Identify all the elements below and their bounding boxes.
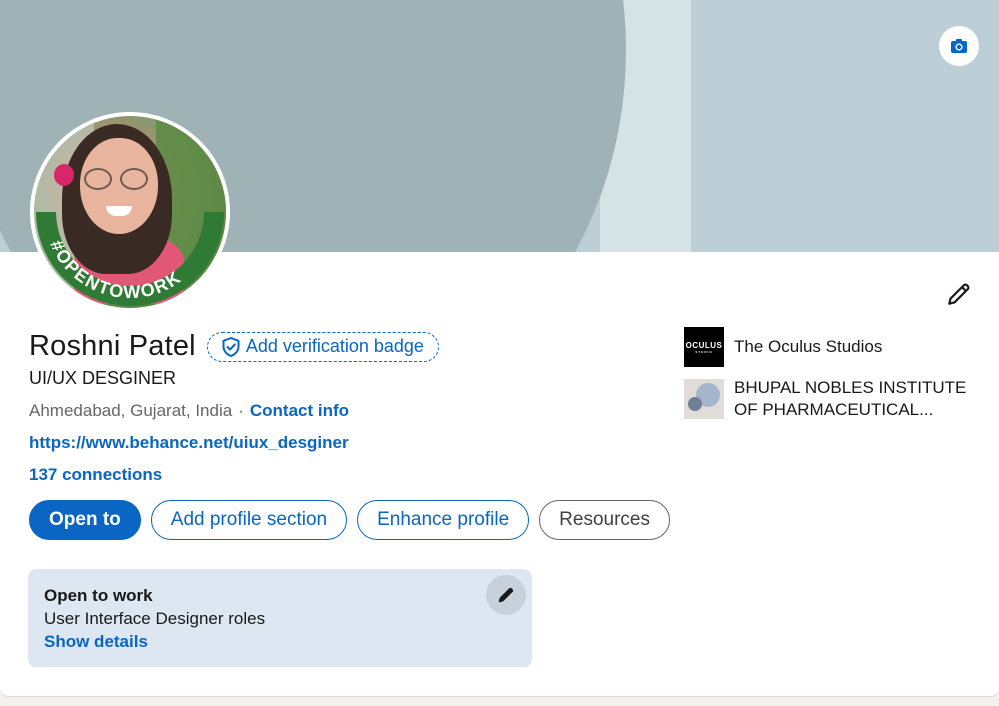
avatar: #OPENTOWORK <box>34 116 226 308</box>
profile-name: Roshni Patel <box>29 330 196 362</box>
profile-photo[interactable]: #OPENTOWORK <box>30 112 230 312</box>
education-item[interactable]: BHUPAL NOBLES INSTITUTE OF PHARMACEUTICA… <box>684 377 974 421</box>
profile-headline: UI/UX DESGINER <box>29 368 177 388</box>
shield-check-icon <box>222 336 240 357</box>
open-to-work-text: #OPENTOWORK <box>46 237 183 302</box>
location-row: Ahmedabad, Gujarat, India · Contact info <box>29 401 349 421</box>
open-to-work-title: Open to work <box>44 586 153 605</box>
name-row: Roshni Patel Add verification badge <box>29 330 439 363</box>
show-details-link[interactable]: Show details <box>44 632 148 652</box>
enhance-profile-button[interactable]: Enhance profile <box>357 500 530 540</box>
company-name: The Oculus Studios <box>734 337 883 356</box>
verification-badge-label: Add verification badge <box>245 336 424 356</box>
resources-button[interactable]: Resources <box>539 500 670 540</box>
school-logo <box>684 379 724 419</box>
svg-text:#OPENTOWORK: #OPENTOWORK <box>46 237 185 302</box>
add-verification-badge-button[interactable]: Add verification badge <box>206 331 439 362</box>
school-name: BHUPAL NOBLES INSTITUTE OF PHARMACEUTICA… <box>734 378 967 419</box>
open-to-work-frame: #OPENTOWORK <box>36 212 224 306</box>
edit-open-to-work-button[interactable] <box>486 575 526 615</box>
company-logo-subtext: STUDIO <box>695 349 713 354</box>
pencil-icon <box>498 587 514 603</box>
open-to-work-card: Open to work User Interface Designer rol… <box>28 569 532 667</box>
website-link[interactable]: https://www.behance.net/uiux_desginer <box>29 433 349 453</box>
profile-location: Ahmedabad, Gujarat, India <box>29 401 233 420</box>
profile-actions: Open to Add profile section Enhance prof… <box>29 500 670 540</box>
profile-card: #OPENTOWORK Roshni Patel Add verificatio… <box>0 0 999 696</box>
connections-link[interactable]: 137 connections <box>29 465 162 485</box>
open-to-work-roles: User Interface Designer roles <box>44 609 266 628</box>
open-to-button[interactable]: Open to <box>29 500 141 540</box>
camera-icon <box>951 39 967 53</box>
edit-banner-button[interactable] <box>939 26 979 66</box>
experience-item-current[interactable]: OCULUS STUDIO The Oculus Studios <box>684 327 882 367</box>
add-profile-section-button[interactable]: Add profile section <box>150 500 348 540</box>
contact-info-link[interactable]: Contact info <box>250 401 349 421</box>
edit-intro-button[interactable] <box>941 276 977 312</box>
pencil-icon <box>948 283 970 305</box>
company-logo-text: OCULUS <box>685 340 723 350</box>
separator: · <box>238 401 244 420</box>
company-logo: OCULUS STUDIO <box>684 327 724 367</box>
school-logo-shape <box>688 397 702 411</box>
